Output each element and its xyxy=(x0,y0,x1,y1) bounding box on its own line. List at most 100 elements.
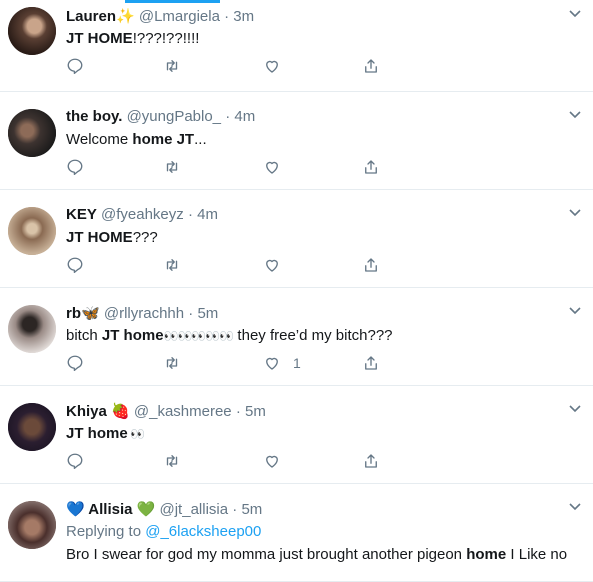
tweet-text: Bro I swear for god my momma just brough… xyxy=(66,546,573,563)
share-button[interactable] xyxy=(362,55,380,77)
separator-dot: · xyxy=(225,108,231,125)
share-button[interactable] xyxy=(362,450,380,472)
display-name[interactable]: Khiya 🍓 xyxy=(66,403,130,420)
tweet[interactable]: Khiya 🍓 @_kashmeree · 5m JT home 👀 xyxy=(0,386,593,484)
replying-to-label: Replying to xyxy=(66,523,142,540)
like-icon xyxy=(266,259,278,272)
tweet-text-tail: they free’d my bitch??? xyxy=(233,327,393,344)
chevron-down-icon[interactable] xyxy=(567,204,583,220)
tweet-text-tail: I Like no xyxy=(506,546,568,563)
retweet-button[interactable] xyxy=(163,156,181,178)
chevron-down-icon[interactable] xyxy=(567,302,583,318)
separator-dot: · xyxy=(235,403,241,420)
timestamp[interactable]: 4m xyxy=(197,206,218,223)
tweet-feed: Lauren✨ @Lmargiela · 3m JT HOME!???!??!!… xyxy=(0,0,593,582)
tweet-text: JT HOME??? xyxy=(66,229,573,246)
like-icon xyxy=(266,455,278,468)
display-name[interactable]: Lauren✨ xyxy=(66,8,135,25)
tweet-header: the boy. @yungPablo_ · 4m xyxy=(66,108,553,128)
like-button[interactable] xyxy=(263,450,293,472)
separator-dot: · xyxy=(224,8,230,25)
timestamp[interactable]: 5m xyxy=(197,305,218,322)
timestamp[interactable]: 4m xyxy=(234,108,255,125)
separator-dot: · xyxy=(232,501,238,518)
reply-button[interactable] xyxy=(66,156,84,178)
reply-icon xyxy=(67,257,83,274)
tweet-text: Welcome home JT... xyxy=(66,131,573,148)
retweet-icon xyxy=(166,60,178,72)
highlight-term: home xyxy=(466,546,507,563)
eyes-emoji: 👀👀👀👀👀 xyxy=(163,329,235,343)
tweet-text: JT home 👀 xyxy=(66,425,573,442)
highlight-term: JT home xyxy=(101,327,164,344)
avatar[interactable] xyxy=(8,109,56,157)
like-button[interactable]: 1 xyxy=(263,352,301,374)
tweet-actions xyxy=(66,55,406,79)
eyes-emoji: 👀 xyxy=(127,427,145,441)
tweet[interactable]: rb🦋 @rllyrachhh · 5m bitch JT home👀👀👀👀👀 … xyxy=(0,288,593,386)
user-handle[interactable]: @_kashmeree xyxy=(134,403,232,420)
share-icon xyxy=(365,356,377,370)
display-name[interactable]: rb🦋 xyxy=(66,305,100,322)
reply-button[interactable] xyxy=(66,254,84,276)
separator-dot: · xyxy=(188,305,194,322)
tweet-text-lead: Welcome xyxy=(66,131,133,148)
reply-icon xyxy=(67,355,83,372)
tweet-header: KEY @fyeahkeyz · 4m xyxy=(66,206,553,226)
reply-button[interactable] xyxy=(66,352,84,374)
avatar[interactable] xyxy=(8,501,56,549)
share-button[interactable] xyxy=(362,254,380,276)
tweet-text-tail: ... xyxy=(194,131,207,148)
retweet-button[interactable] xyxy=(163,254,181,276)
user-handle[interactable]: @fyeahkeyz xyxy=(101,206,184,223)
reply-icon xyxy=(67,453,83,470)
highlight-term: JT HOME xyxy=(66,30,133,47)
chevron-down-icon[interactable] xyxy=(567,106,583,122)
timestamp[interactable]: 3m xyxy=(233,8,254,25)
timestamp[interactable]: 5m xyxy=(245,403,266,420)
tweet[interactable]: KEY @fyeahkeyz · 4m JT HOME??? xyxy=(0,190,593,288)
display-name[interactable]: 💙 Allisia 💚 xyxy=(66,501,155,518)
user-handle[interactable]: @yungPablo_ xyxy=(127,108,221,125)
replying-to-mention[interactable]: @_6lacksheep00 xyxy=(145,523,261,540)
display-name[interactable]: the boy. xyxy=(66,108,122,125)
tweet[interactable]: Lauren✨ @Lmargiela · 3m JT HOME!???!??!!… xyxy=(0,0,593,92)
tweet-text: bitch JT home👀👀👀👀👀 they free’d my bitch?… xyxy=(66,327,573,344)
reply-button[interactable] xyxy=(66,55,84,77)
avatar[interactable] xyxy=(8,305,56,353)
reply-icon xyxy=(67,159,83,176)
chevron-down-icon[interactable] xyxy=(567,400,583,416)
like-button[interactable] xyxy=(263,254,293,276)
tweet-header: Khiya 🍓 @_kashmeree · 5m xyxy=(66,402,553,422)
retweet-icon xyxy=(166,161,178,173)
chevron-down-icon[interactable] xyxy=(567,5,583,21)
retweet-button[interactable] xyxy=(163,450,181,472)
highlight-term: JT HOME xyxy=(66,229,133,246)
tweet-header: rb🦋 @rllyrachhh · 5m xyxy=(66,304,553,324)
display-name[interactable]: KEY xyxy=(66,206,97,223)
tweet[interactable]: 💙 Allisia 💚 @jt_allisia · 5m Replying to… xyxy=(0,484,593,582)
tweet-actions xyxy=(66,450,406,474)
retweet-button[interactable] xyxy=(163,55,181,77)
avatar[interactable] xyxy=(8,207,56,255)
user-handle[interactable]: @rllyrachhh xyxy=(104,305,184,322)
avatar[interactable] xyxy=(8,403,56,451)
timestamp[interactable]: 5m xyxy=(241,501,262,518)
user-handle[interactable]: @jt_allisia xyxy=(160,501,229,518)
like-icon xyxy=(266,357,278,370)
like-button[interactable] xyxy=(263,156,293,178)
chevron-down-icon[interactable] xyxy=(567,498,583,514)
retweet-icon xyxy=(166,455,178,467)
tweet-actions xyxy=(66,156,406,180)
like-button[interactable] xyxy=(263,55,293,77)
share-icon xyxy=(365,59,377,73)
tweet[interactable]: the boy. @yungPablo_ · 4m Welcome home J… xyxy=(0,92,593,190)
tweet-actions: 1 xyxy=(66,352,406,376)
user-handle[interactable]: @Lmargiela xyxy=(139,8,220,25)
retweet-icon xyxy=(166,259,178,271)
share-button[interactable] xyxy=(362,352,380,374)
share-button[interactable] xyxy=(362,156,380,178)
avatar[interactable] xyxy=(8,7,56,55)
reply-button[interactable] xyxy=(66,450,84,472)
retweet-button[interactable] xyxy=(163,352,181,374)
